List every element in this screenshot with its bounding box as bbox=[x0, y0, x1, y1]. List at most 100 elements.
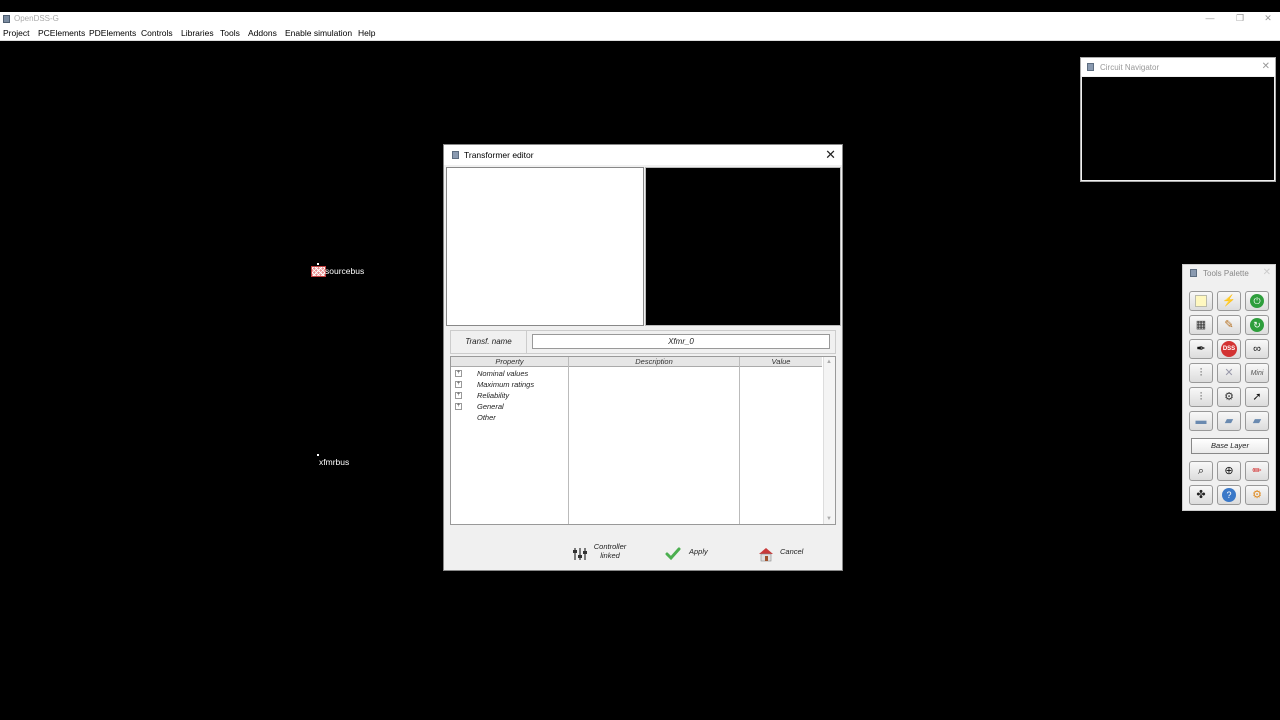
menu-project[interactable]: Project bbox=[3, 28, 29, 38]
sliders-icon bbox=[573, 548, 587, 560]
folder-icon: ▬ bbox=[1195, 414, 1207, 427]
column-header-value[interactable]: Value bbox=[740, 357, 822, 367]
menu-help[interactable]: Help bbox=[358, 28, 375, 38]
menu-tools[interactable]: Tools bbox=[220, 28, 240, 38]
export-icon: ▰ bbox=[1252, 414, 1262, 427]
binoculars-icon: ∞ bbox=[1253, 342, 1261, 355]
apply-button[interactable]: Apply bbox=[665, 541, 715, 569]
circuit-navigator-title: Circuit Navigator bbox=[1100, 63, 1160, 72]
bus-label-xfmrbus: xfmrbus bbox=[319, 457, 350, 467]
menu-pdelements[interactable]: PDElements bbox=[89, 28, 136, 38]
window-icon bbox=[1087, 63, 1094, 71]
tree-row-reliability[interactable]: + Reliability bbox=[451, 390, 568, 401]
circuit-navigator-window: Circuit Navigator ✕ bbox=[1080, 57, 1276, 182]
tree-row-nominal-values[interactable]: + Nominal values bbox=[451, 368, 568, 379]
transformer-name-input[interactable]: Xfmr_0 bbox=[532, 334, 830, 349]
dialog-titlebar[interactable]: Transformer editor ✕ bbox=[444, 145, 842, 165]
controller-linked-button[interactable]: Controller linked bbox=[572, 541, 632, 569]
new-note-button[interactable] bbox=[1189, 291, 1213, 311]
checkmark-icon bbox=[665, 547, 681, 561]
app-title: OpenDSS-G bbox=[14, 14, 59, 23]
export-file-button[interactable]: ▰ bbox=[1245, 411, 1269, 431]
adjust-tool-button[interactable]: ⫶ bbox=[1189, 387, 1213, 407]
power-tool-button[interactable]: ⏻ bbox=[1245, 291, 1269, 311]
options-button[interactable]: ⚙ bbox=[1245, 485, 1269, 505]
edit-tool-button[interactable]: ✎ bbox=[1217, 315, 1241, 335]
bus-node-sourcebus[interactable] bbox=[317, 263, 319, 265]
draw-button[interactable]: ✏ bbox=[1245, 461, 1269, 481]
close-icon[interactable]: ✕ bbox=[1262, 61, 1270, 72]
save-file-button[interactable]: ▰ bbox=[1217, 411, 1241, 431]
tower-tool-button[interactable]: ⚡ bbox=[1217, 291, 1241, 311]
menu-addons[interactable]: Addons bbox=[248, 28, 277, 38]
transmission-tower-icon: ⚡ bbox=[1222, 294, 1236, 307]
note-icon bbox=[1195, 295, 1207, 307]
expand-icon[interactable]: + bbox=[455, 392, 462, 399]
property-grid: Property Description Value + Nominal val… bbox=[450, 356, 836, 525]
mini-button[interactable]: Mini bbox=[1245, 363, 1269, 383]
apply-label: Apply bbox=[689, 547, 708, 556]
bus-tool-button[interactable]: ▦ bbox=[1189, 315, 1213, 335]
zoom-fit-button[interactable]: ⊕ bbox=[1217, 461, 1241, 481]
tree-label: Nominal values bbox=[477, 369, 529, 378]
expand-icon[interactable]: + bbox=[455, 403, 462, 410]
column-header-description[interactable]: Description bbox=[569, 357, 739, 367]
menu-libraries[interactable]: Libraries bbox=[181, 28, 214, 38]
controller-label-line2: linked bbox=[600, 551, 620, 560]
dialog-close-button[interactable]: ✕ bbox=[825, 147, 836, 163]
navigator-viewport[interactable] bbox=[1082, 77, 1274, 180]
select-tool-button[interactable]: ➚ bbox=[1245, 387, 1269, 407]
tree-row-general[interactable]: + General bbox=[451, 401, 568, 412]
tools-palette-titlebar[interactable]: Tools Palette ✕ bbox=[1183, 265, 1275, 281]
refresh-tool-button[interactable]: ↻ bbox=[1245, 315, 1269, 335]
grid-icon: ▦ bbox=[1195, 318, 1207, 331]
zoom-button[interactable]: ⌕ bbox=[1189, 461, 1213, 481]
scroll-up-icon[interactable]: ▲ bbox=[826, 359, 832, 365]
expand-icon[interactable]: + bbox=[455, 370, 462, 377]
save-icon: ▰ bbox=[1224, 414, 1234, 427]
sliders-icon: ⫶ bbox=[1199, 366, 1203, 379]
minimize-button[interactable]: — bbox=[1200, 13, 1220, 23]
power-icon: ⏻ bbox=[1250, 294, 1264, 308]
marker-icon: ✏ bbox=[1252, 464, 1262, 477]
close-icon: ✕ bbox=[1262, 267, 1271, 278]
plugins-button[interactable]: ✤ bbox=[1189, 485, 1213, 505]
transformer-name-row: Transf. name Xfmr_0 bbox=[450, 330, 836, 354]
menu-enable-simulation[interactable]: Enable simulation bbox=[285, 28, 352, 38]
line-tool-button[interactable]: ✒ bbox=[1189, 339, 1213, 359]
property-grid-scrollbar[interactable]: ▲ ▼ bbox=[823, 357, 835, 524]
bus-node-xfmrbus[interactable] bbox=[317, 454, 319, 456]
help-button[interactable]: ? bbox=[1217, 485, 1241, 505]
restore-button[interactable]: ❐ bbox=[1230, 13, 1250, 24]
column-divider bbox=[568, 357, 569, 524]
tree-label: Reliability bbox=[477, 391, 510, 400]
menu-pcelements[interactable]: PCElements bbox=[38, 28, 85, 38]
tree-row-other[interactable]: Other bbox=[451, 412, 568, 423]
dialog-title: Transformer editor bbox=[464, 150, 534, 160]
app-icon bbox=[3, 15, 10, 23]
base-layer-button[interactable]: Base Layer bbox=[1191, 438, 1269, 454]
scroll-down-icon[interactable]: ▼ bbox=[826, 516, 832, 522]
cancel-button[interactable]: Cancel bbox=[758, 541, 808, 569]
settings-tool-button[interactable]: ✕ bbox=[1217, 363, 1241, 383]
transformer-preview-panel bbox=[645, 167, 841, 326]
window-icon bbox=[452, 151, 459, 159]
menu-controls[interactable]: Controls bbox=[141, 28, 173, 38]
close-button[interactable]: ✕ bbox=[1258, 13, 1278, 24]
controls-tool-button[interactable]: ⫶ bbox=[1189, 363, 1213, 383]
tree-row-maximum-ratings[interactable]: + Maximum ratings bbox=[451, 379, 568, 390]
title-bar: OpenDSS-G — ❐ ✕ bbox=[0, 12, 1280, 26]
expand-icon[interactable]: + bbox=[455, 381, 462, 388]
window-icon bbox=[1190, 269, 1197, 277]
column-header-property[interactable]: Property bbox=[451, 357, 568, 367]
find-element-button[interactable]: ∞ bbox=[1245, 339, 1269, 359]
dss-button[interactable]: DSS bbox=[1217, 339, 1241, 359]
tools-palette-title: Tools Palette bbox=[1203, 269, 1249, 278]
circuit-navigator-titlebar[interactable]: Circuit Navigator ✕ bbox=[1081, 58, 1275, 76]
solve-tool-button[interactable]: ⚙ bbox=[1217, 387, 1241, 407]
tree-label: Maximum ratings bbox=[477, 380, 535, 389]
open-file-button[interactable]: ▬ bbox=[1189, 411, 1213, 431]
dss-icon: DSS bbox=[1221, 341, 1237, 357]
mini-label: Mini bbox=[1250, 369, 1264, 377]
vsource-icon[interactable] bbox=[311, 266, 326, 277]
